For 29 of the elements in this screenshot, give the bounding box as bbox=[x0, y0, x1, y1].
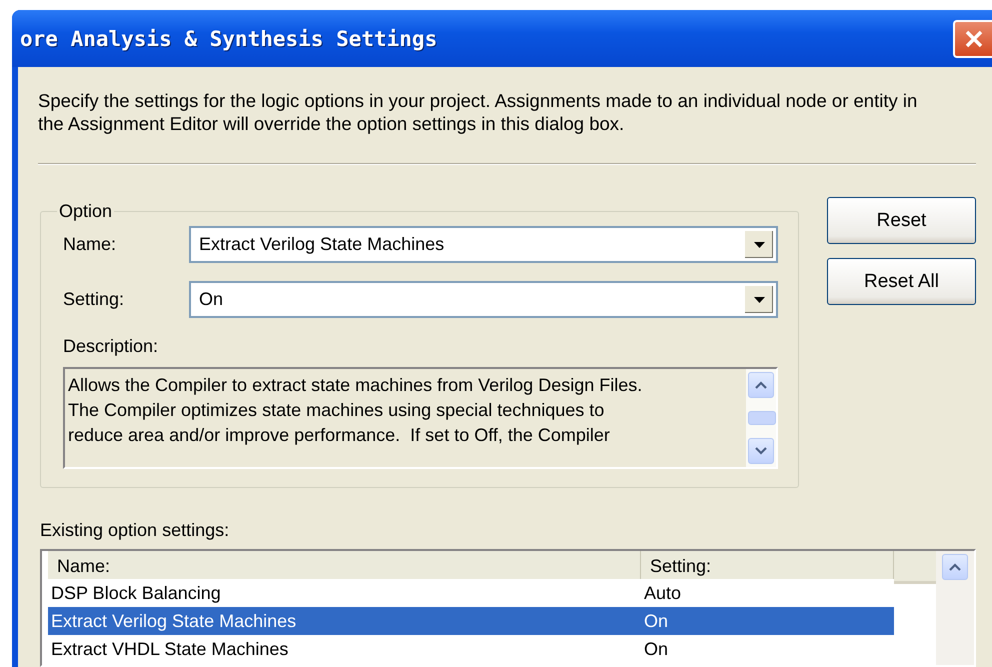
description-text: Allows the Compiler to extract state machines from Verilog Design Files. The Compiler optimizes state machines using special techniques to reduce area and/or improve performance. If set to Off, the Compiler bbox=[67, 374, 644, 447]
group-title: Option bbox=[58, 201, 114, 222]
setting-label: Setting: bbox=[63, 289, 126, 310]
name-dropdown[interactable]: Extract Verilog State Machines bbox=[189, 226, 778, 263]
dropdown-button[interactable] bbox=[744, 285, 774, 314]
description-label: Description: bbox=[63, 336, 160, 357]
column-header bbox=[894, 551, 936, 584]
dropdown-arrow-icon bbox=[754, 242, 764, 248]
scroll-down-button[interactable] bbox=[748, 438, 774, 464]
caret-up-icon bbox=[755, 381, 767, 389]
caret-down-icon bbox=[755, 447, 767, 455]
dropdown-button[interactable] bbox=[744, 230, 774, 259]
window-title: ore Analysis & Synthesis Settings bbox=[19, 26, 438, 50]
setting-dropdown[interactable]: On bbox=[189, 281, 778, 318]
intro-text: Specify the settings for the logic options in your project. Assignments made to an individual node or entity in the Assignment Editor will override the option settings in this dialog box. bbox=[38, 89, 918, 135]
dropdown-arrow-icon bbox=[754, 296, 764, 302]
close-button[interactable] bbox=[953, 20, 992, 58]
caret-up-icon bbox=[949, 563, 961, 571]
table-cell[interactable]: Extract Verilog State Machines bbox=[48, 607, 641, 635]
name-label: Name: bbox=[63, 234, 118, 255]
table-cell[interactable]: On bbox=[641, 607, 894, 635]
existing-settings-label: Existing option settings: bbox=[40, 520, 230, 541]
scroll-up-button[interactable] bbox=[748, 372, 774, 398]
reset-button[interactable]: Reset All bbox=[827, 258, 976, 305]
reset-button[interactable]: Reset bbox=[827, 197, 976, 244]
scroll-thumb[interactable] bbox=[748, 411, 776, 425]
close-icon bbox=[964, 28, 984, 48]
scrollbar[interactable] bbox=[746, 369, 776, 467]
scroll-up-button[interactable] bbox=[942, 554, 968, 580]
